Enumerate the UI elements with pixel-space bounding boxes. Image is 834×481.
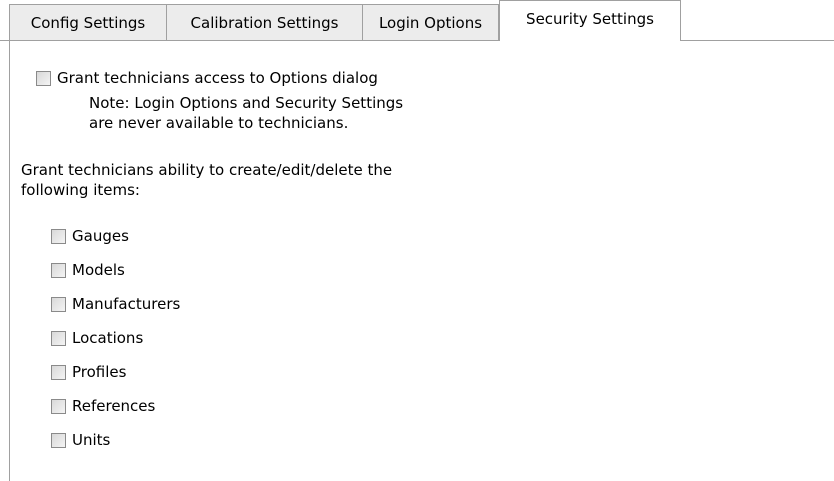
tab-strip: Config Settings Calibration Settings Log… [0, 0, 834, 42]
item-units-row[interactable]: Units [51, 431, 110, 449]
tab-label: Login Options [378, 13, 483, 32]
item-units-checkbox[interactable] [51, 432, 66, 448]
item-manufacturers-row[interactable]: Manufacturers [51, 295, 180, 313]
item-locations-row[interactable]: Locations [51, 329, 143, 347]
item-manufacturers-checkbox[interactable] [51, 296, 66, 312]
item-gauges-row[interactable]: Gauges [51, 227, 129, 245]
tab-security-settings[interactable]: Security Settings [499, 0, 681, 41]
item-label: Models [72, 261, 125, 279]
item-models-checkbox[interactable] [51, 262, 66, 278]
item-models-row[interactable]: Models [51, 261, 125, 279]
tab-calibration-settings[interactable]: Calibration Settings [166, 4, 363, 40]
items-intro-line1: Grant technicians ability to create/edit… [21, 161, 393, 179]
item-label: Units [72, 431, 111, 449]
tab-config-settings[interactable]: Config Settings [9, 4, 167, 40]
item-label: Locations [72, 329, 144, 347]
item-label: Gauges [72, 227, 129, 245]
item-profiles-row[interactable]: Profiles [51, 363, 126, 381]
tab-label: Security Settings [526, 10, 654, 28]
item-label: References [72, 397, 156, 415]
note-text-line1: Note: Login Options and Security Setting… [89, 94, 404, 112]
tab-label: Config Settings [30, 13, 146, 32]
note-text-line2: are never available to technicians. [89, 114, 349, 132]
item-references-row[interactable]: References [51, 397, 155, 415]
tab-login-options[interactable]: Login Options [362, 4, 499, 40]
item-locations-checkbox[interactable] [51, 330, 66, 346]
item-references-checkbox[interactable] [51, 398, 66, 414]
item-label: Profiles [72, 363, 127, 381]
grant-options-checkbox[interactable] [36, 70, 51, 86]
tab-label: Calibration Settings [190, 13, 339, 32]
grant-options-checkbox-row[interactable]: Grant technicians access to Options dial… [36, 69, 378, 87]
grant-options-label: Grant technicians access to Options dial… [57, 69, 378, 87]
items-intro-line2: following items: [21, 181, 140, 199]
item-gauges-checkbox[interactable] [51, 228, 66, 244]
security-settings-panel: Grant technicians access to Options dial… [9, 40, 834, 481]
item-label: Manufacturers [72, 295, 181, 313]
item-profiles-checkbox[interactable] [51, 364, 66, 380]
